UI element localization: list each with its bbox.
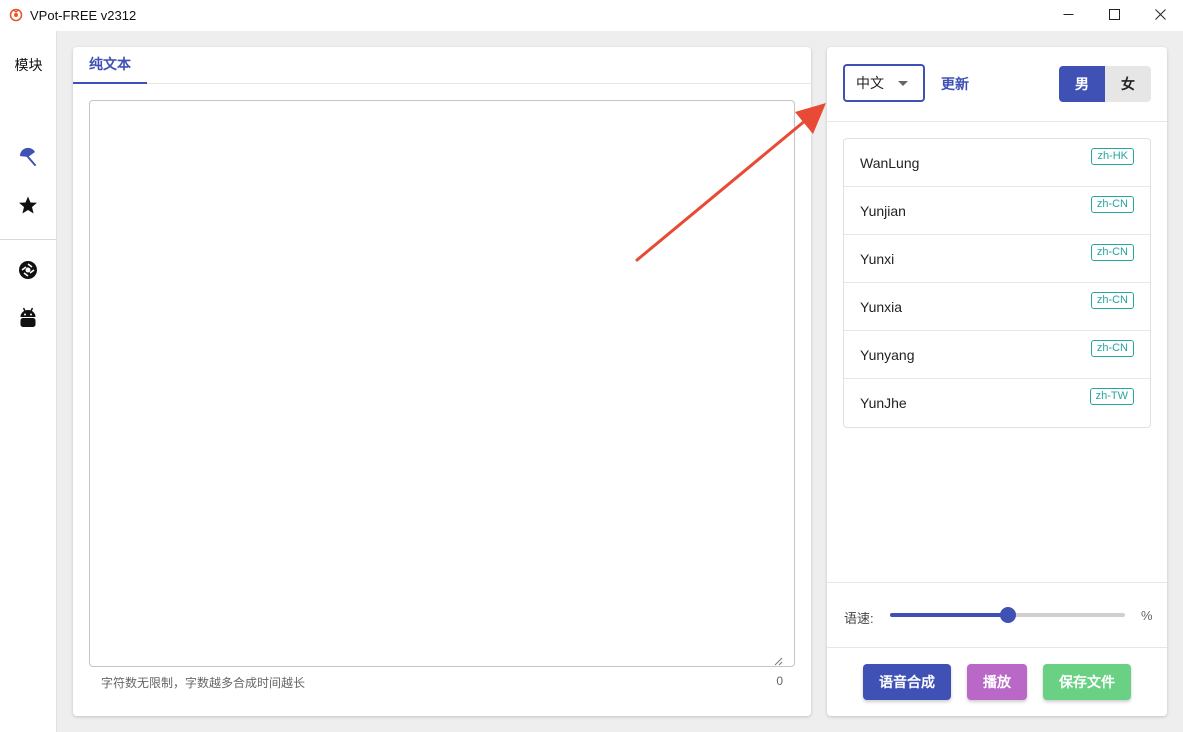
title-bar: VPot-FREE v2312 [0,0,1183,31]
minimize-button[interactable] [1045,0,1091,31]
editor-tabbar: 纯文本 [73,47,811,84]
locale-badge: zh-CN [1090,340,1134,357]
sidebar-item-aperture[interactable] [17,260,39,285]
gender-toggle: 男 女 [1059,66,1151,102]
minimize-icon [1063,7,1074,25]
voice-item[interactable]: Yunxia zh-CN [844,283,1150,331]
voice-name: YunJhe [860,395,907,411]
text-input[interactable] [89,100,795,667]
divider [827,121,1167,122]
voice-list: WanLung zh-HK Yunjian zh-CN Yunxi zh-CN … [843,138,1151,428]
voice-name: Yunjian [860,203,906,219]
sidebar-divider [0,239,57,240]
speed-slider-fill [890,613,1008,617]
play-button[interactable]: 播放 [967,664,1027,700]
star-icon [18,195,38,220]
umbrella-icon [18,147,38,172]
voice-item[interactable]: Yunxi zh-CN [844,235,1150,283]
tab-plain-text[interactable]: 纯文本 [73,47,147,84]
locale-badge: zh-HK [1091,148,1134,165]
voice-name: Yunxi [860,251,895,267]
locale-badge: zh-CN [1090,292,1134,309]
update-button[interactable]: 更新 [941,74,969,94]
android-icon [19,307,37,334]
voice-item[interactable]: Yunjian zh-CN [844,187,1150,235]
divider [827,647,1167,648]
language-select[interactable]: 中文 [843,64,925,102]
speed-label: 语速: [844,611,874,626]
save-file-button[interactable]: 保存文件 [1043,664,1131,700]
char-count: 0 [776,674,783,688]
sidebar-item-umbrella[interactable] [17,147,39,172]
sidebar-item-android[interactable] [17,307,39,334]
char-limit-hint: 字符数无限制，字数越多合成时间越长 [101,676,306,690]
locale-badge: zh-TW [1089,388,1134,405]
sidebar-title: 模块 [14,57,43,73]
voice-item[interactable]: Yunyang zh-CN [844,331,1150,379]
voice-name: Yunxia [860,299,903,315]
caret-down-icon [898,81,908,86]
speed-slider-thumb[interactable] [999,607,1016,623]
voice-name: Yunyang [860,347,915,363]
voice-card: 中文 更新 男 女 WanLung zh-HK Yunjian zh-CN Yu… [827,47,1167,716]
locale-badge: zh-CN [1090,196,1134,213]
sidebar: 模块 [0,31,57,732]
gender-male-button[interactable]: 男 [1059,66,1105,102]
close-icon [1154,7,1166,25]
gender-female-button[interactable]: 女 [1105,66,1151,102]
resize-grip-icon[interactable] [773,653,783,666]
voice-item[interactable]: WanLung zh-HK [844,139,1150,187]
aperture-icon [18,260,38,285]
maximize-icon [1108,7,1120,25]
voice-item[interactable]: YunJhe zh-TW [844,379,1150,427]
locale-badge: zh-CN [1090,244,1134,261]
synthesize-button[interactable]: 语音合成 [863,664,951,700]
close-button[interactable] [1137,0,1183,31]
divider [827,582,1167,583]
sidebar-item-favorites[interactable] [17,196,39,218]
speed-unit: % [1141,608,1153,623]
window-title: VPot-FREE v2312 [30,8,137,23]
voice-name: WanLung [860,155,920,171]
speed-slider[interactable] [890,607,1125,623]
editor-card: 纯文本 字符数无限制，字数越多合成时间越长 0 [73,47,811,716]
language-select-value: 中文 [856,75,884,91]
maximize-button[interactable] [1091,0,1137,31]
app-logo-icon [9,8,23,22]
